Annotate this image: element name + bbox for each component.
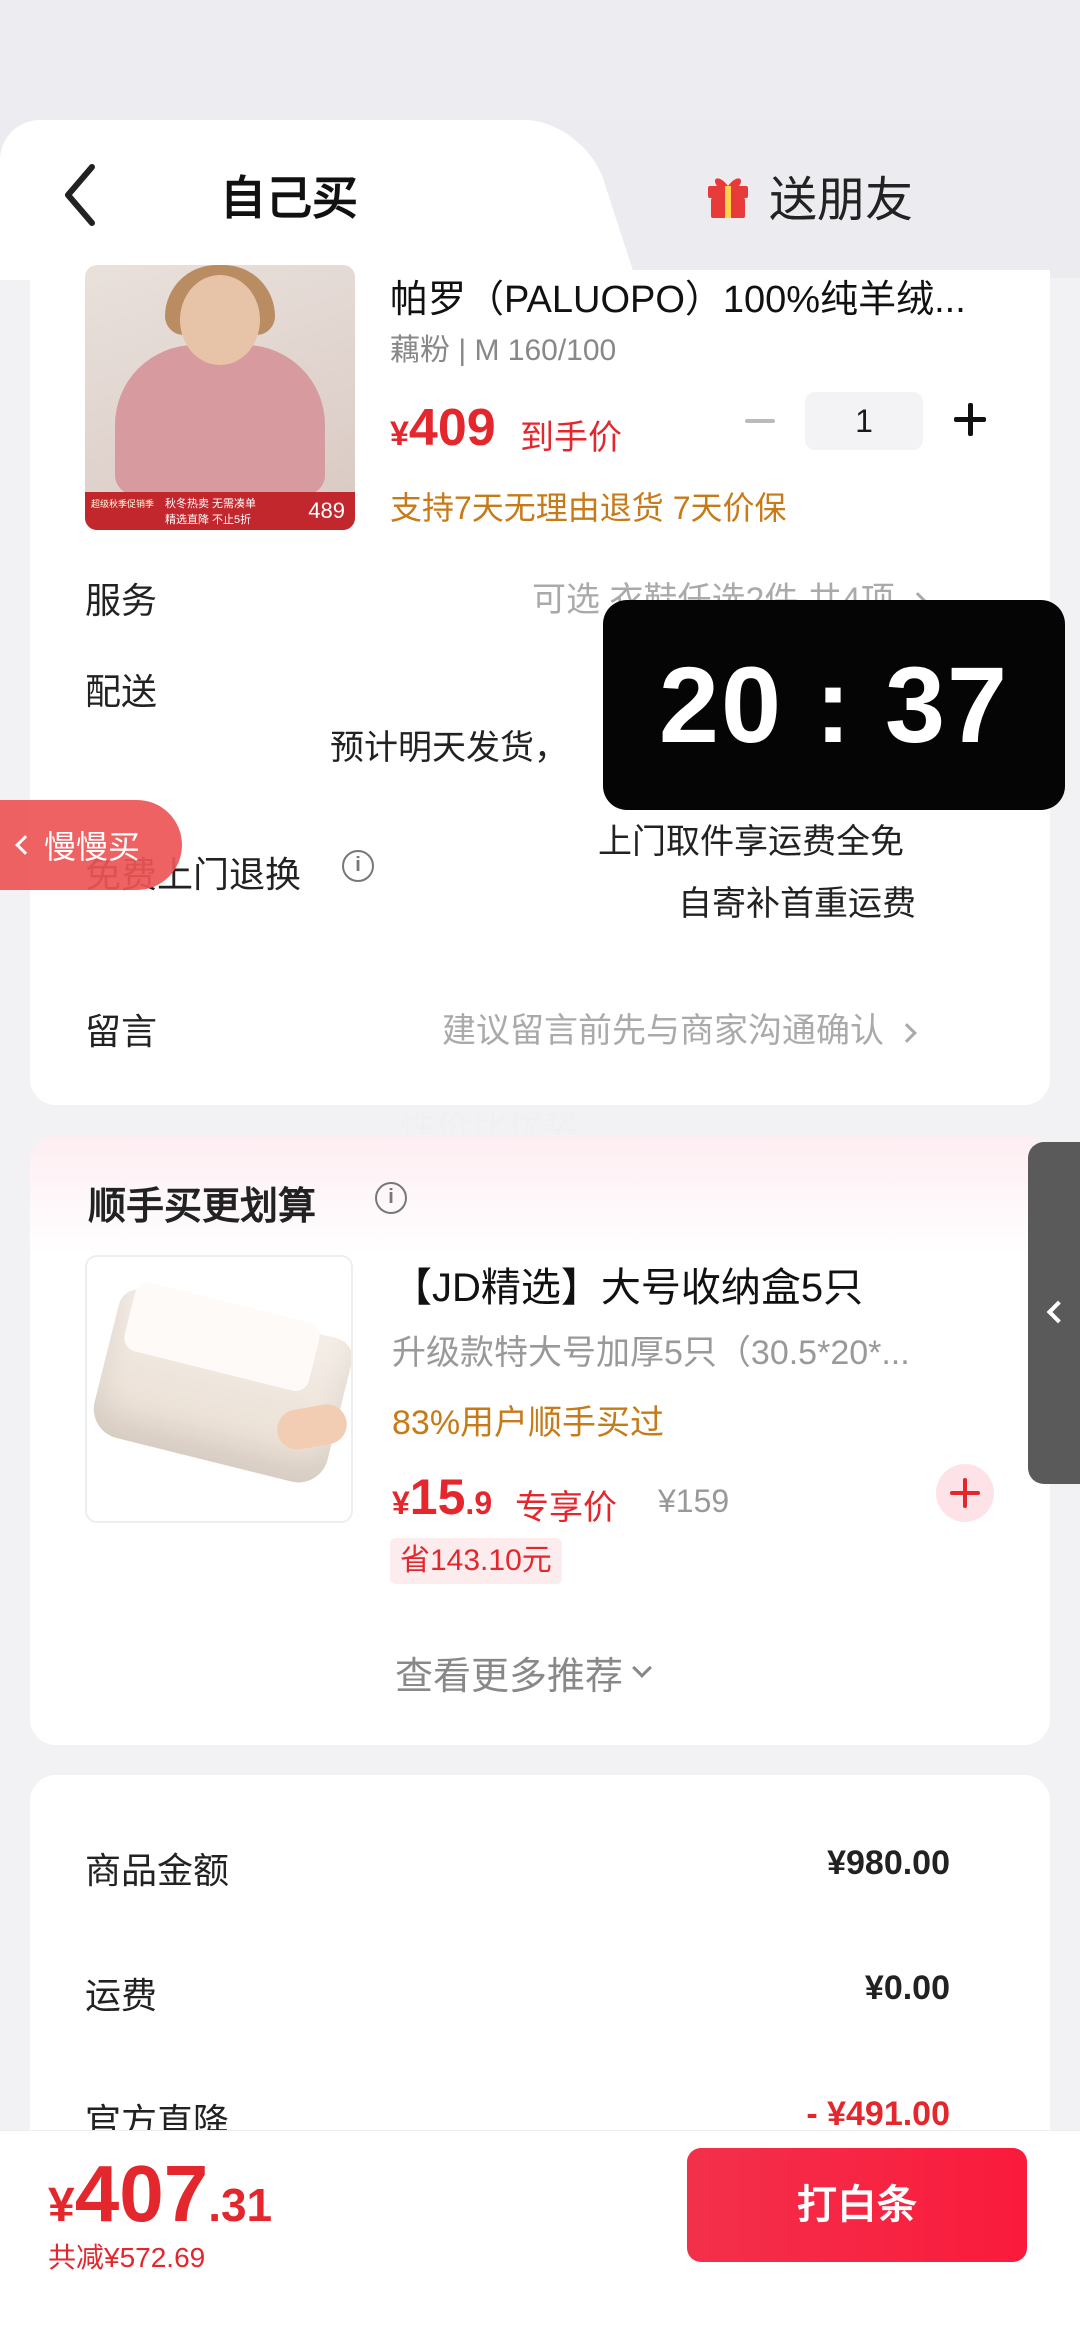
addon-price-int: 15 xyxy=(409,1469,466,1525)
tab-send-friend-label: 送朋友 xyxy=(769,174,914,227)
addon-price: ¥15.9 xyxy=(392,1468,492,1526)
banner-price: 489 xyxy=(308,498,345,523)
discount-value: - ¥491.00 xyxy=(806,2095,950,2133)
product-price-value: 409 xyxy=(408,399,496,457)
quantity-increase-button[interactable] xyxy=(950,395,990,445)
chevron-left-icon xyxy=(15,835,35,855)
product-price-label: 到手价 xyxy=(520,419,622,457)
product-image[interactable]: 超级秋季促销季 秋冬热卖 无需凑单 精选直降 不止5折 489 xyxy=(85,265,355,530)
addon-section-title: 顺手买更划算 xyxy=(88,1186,317,1228)
countdown-timer-overlay: 20 : 37 xyxy=(603,600,1065,810)
more-recommendations-label: 查看更多推荐 xyxy=(395,1656,624,1698)
note-value[interactable]: 建议留言前先与商家沟通确认 xyxy=(442,1003,917,1052)
tab-self-buy[interactable]: 自己买 xyxy=(220,162,358,228)
more-recommendations-button[interactable]: 查看更多推荐 xyxy=(395,1645,652,1700)
addon-hot-text: 83%用户顺手买过 xyxy=(392,1404,665,1442)
addon-title[interactable]: 【JD精选】大号收纳盒5只 xyxy=(392,1255,863,1313)
product-image-head xyxy=(180,275,260,365)
addon-add-button[interactable] xyxy=(936,1464,994,1522)
info-icon[interactable]: i xyxy=(375,1182,407,1214)
info-icon[interactable]: i xyxy=(342,850,374,882)
product-promise: 支持7天无理由退货 7天价保 xyxy=(390,490,787,526)
addon-original-price: ¥159 xyxy=(658,1483,730,1519)
product-price: ¥409 xyxy=(390,398,496,458)
delivery-value[interactable]: 预计明天发货， xyxy=(330,720,568,769)
slow-buy-label: 慢慢买 xyxy=(44,829,141,865)
banner-line-2: 精选直降 不止5折 xyxy=(165,514,252,526)
banner-tag: 超级秋季促销季 xyxy=(91,499,155,509)
pay-baitiao-button[interactable]: 打白条 xyxy=(687,2148,1027,2262)
gift-icon xyxy=(708,178,748,218)
product-spec[interactable]: 藕粉 | M 160/100 xyxy=(390,325,616,369)
goods-amount-label: 商品金额 xyxy=(85,1850,230,1891)
addon-save-badge: 省143.10元 xyxy=(390,1538,562,1584)
addon-subtitle[interactable]: 升级款特大号加厚5只（30.5*20*... xyxy=(392,1325,910,1374)
total-currency: ¥ xyxy=(48,2179,75,2232)
product-price-currency: ¥ xyxy=(390,415,409,453)
chevron-left-icon xyxy=(1046,1300,1070,1324)
chevron-right-icon xyxy=(897,1023,917,1043)
product-image-banner: 超级秋季促销季 秋冬热卖 无需凑单 精选直降 不止5折 489 xyxy=(85,492,355,530)
slow-buy-floating-button[interactable]: 慢慢买 xyxy=(0,800,182,890)
back-button[interactable] xyxy=(50,160,110,230)
quantity-input[interactable]: 1 xyxy=(805,392,923,450)
return-line-2: 自寄补首重运费 xyxy=(678,885,916,923)
total-dec: .31 xyxy=(208,2179,273,2231)
addon-price-label: 专享价 xyxy=(515,1489,617,1527)
product-image-sweater xyxy=(115,345,325,495)
total-price: ¥407.31 xyxy=(48,2148,272,2240)
quantity-decrease-button[interactable] xyxy=(740,395,780,445)
side-drawer-tab[interactable] xyxy=(1028,1142,1080,1484)
goods-amount-value: ¥980.00 xyxy=(827,1844,950,1882)
service-label: 服务 xyxy=(85,580,158,621)
return-line-1: 上门取件享运费全免 xyxy=(598,823,904,861)
total-int: 407 xyxy=(74,2149,209,2238)
total-reduced[interactable]: 共减¥572.69 xyxy=(48,2236,205,2276)
tab-send-friend[interactable]: 送朋友 xyxy=(705,160,913,230)
shipping-label: 运费 xyxy=(85,1975,158,2016)
chevron-down-icon xyxy=(632,1657,652,1678)
note-label: 留言 xyxy=(85,1011,158,1052)
delivery-label: 配送 xyxy=(85,671,158,712)
banner-line-1: 秋冬热卖 无需凑单 xyxy=(165,498,257,510)
shipping-value: ¥0.00 xyxy=(864,1969,950,2007)
product-title[interactable]: 帕罗（PALUOPO）100%纯羊绒... xyxy=(390,268,966,323)
back-arrow-icon xyxy=(65,164,95,226)
addon-price-currency: ¥ xyxy=(392,1485,410,1521)
addon-price-dec: .9 xyxy=(465,1485,493,1521)
note-value-text: 建议留言前先与商家沟通确认 xyxy=(442,1012,884,1050)
status-bar-area xyxy=(0,0,1080,120)
addon-product-image[interactable] xyxy=(85,1255,353,1523)
